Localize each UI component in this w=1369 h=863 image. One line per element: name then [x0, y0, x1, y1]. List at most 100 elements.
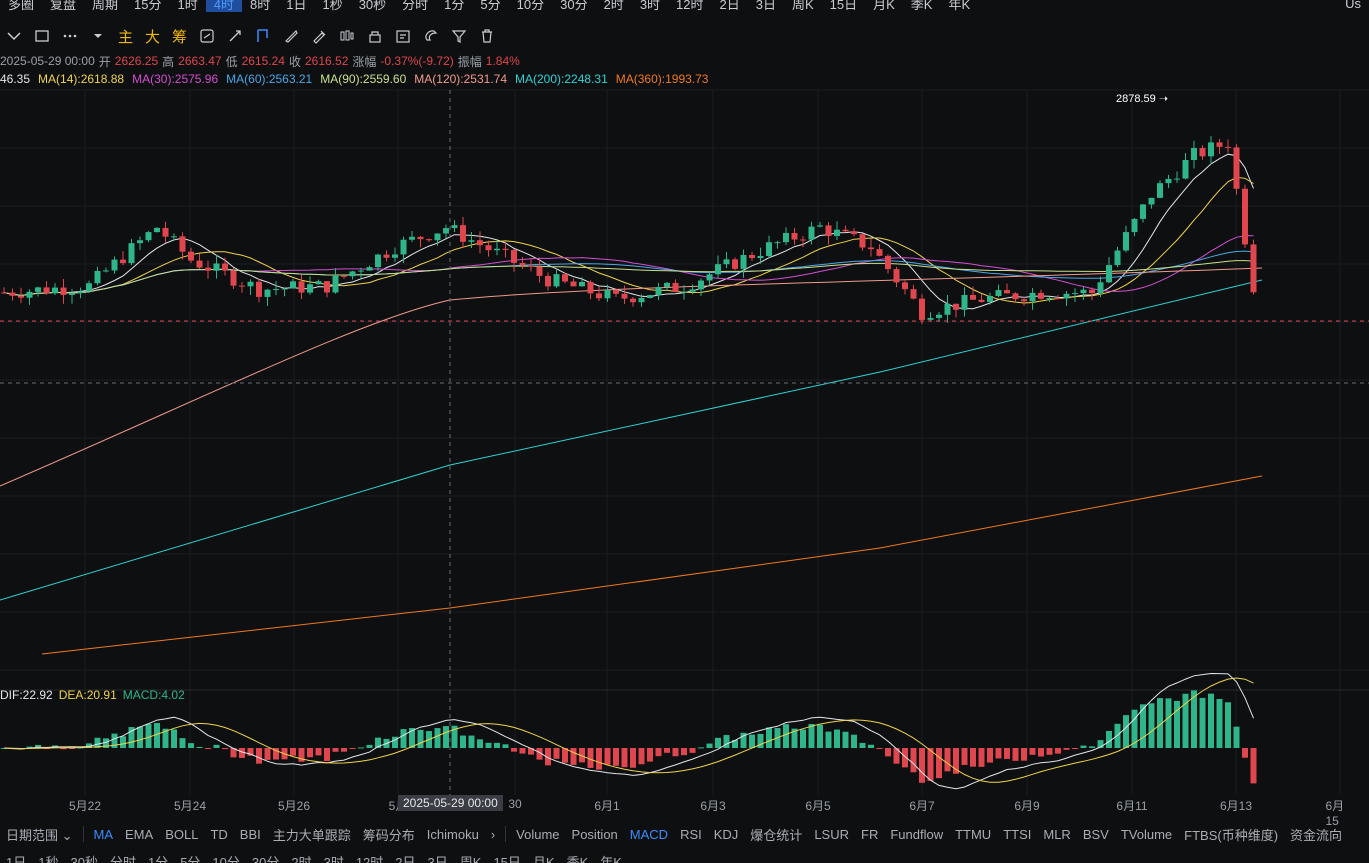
macd-bar [502, 744, 509, 748]
bottom-timeframe-tab[interactable]: 30秒 [64, 854, 103, 863]
main-indicator-tab[interactable]: Ichimoku [421, 827, 485, 842]
macd-bar [596, 748, 602, 770]
macd-bar [749, 734, 755, 748]
main-indicator-tab[interactable]: BOLL [159, 827, 204, 842]
main-indicator-tab[interactable]: MA [88, 827, 120, 842]
bottom-timeframe-tab[interactable]: 分时 [104, 854, 142, 863]
sub-indicator-tab[interactable]: Fundflow [884, 827, 949, 842]
x-tick-label: 6月7 [909, 799, 935, 813]
bottom-timeframe-tab[interactable]: 2时 [285, 854, 317, 863]
candle-body [205, 267, 211, 271]
candle-body [1250, 244, 1257, 293]
sub-indicator-tab[interactable]: 资金流向 [1284, 825, 1348, 844]
macd-bar [689, 748, 696, 753]
bottom-timeframe-tab[interactable]: 年K [594, 854, 628, 863]
candle-body [1140, 204, 1146, 219]
bottom-timeframe-tab[interactable]: 1分 [142, 854, 174, 863]
sub-indicator-tab[interactable]: Volume [510, 827, 565, 842]
candle-body [128, 243, 135, 264]
macd-bar [341, 748, 347, 752]
candle-body [638, 297, 645, 303]
indicator-bar: 日期范围 ⌄ MA EMA BOLL TD BBI 主力大单跟踪 筹码分布 Ichimoku › V… [0, 822, 1369, 846]
bottom-timeframe-tab[interactable]: 2日 [389, 854, 421, 863]
candle-body [732, 259, 738, 269]
x-tick-label: 5月22 [68, 799, 102, 813]
candle-body [230, 270, 237, 286]
bottom-timeframe-tab[interactable]: 12时 [350, 854, 389, 863]
candle-body [485, 245, 492, 251]
macd-bar [171, 729, 177, 748]
sub-indicator-tab[interactable]: LSUR [808, 827, 855, 842]
main-indicator-tab[interactable]: TD [204, 827, 233, 842]
bottom-timeframe-tab[interactable]: 3时 [318, 854, 350, 863]
candle-body [604, 290, 611, 299]
candle-body [1055, 298, 1061, 300]
candle-body [562, 274, 568, 282]
sub-indicator-tab[interactable]: MLR [1037, 827, 1076, 842]
candle-body [587, 281, 594, 294]
macd-bar [876, 748, 883, 749]
bottom-timeframe-tab[interactable]: 15日 [487, 854, 526, 863]
sub-indicator-tab[interactable]: FR [855, 827, 884, 842]
macd-bar [417, 729, 424, 748]
sub-indicator-tab[interactable]: TTMU [949, 827, 997, 842]
candle-body [366, 267, 373, 271]
bottom-timeframe-tab[interactable]: 1秒 [32, 854, 64, 863]
macd-bar [222, 748, 228, 750]
sub-indicator-tab[interactable]: KDJ [708, 827, 745, 842]
main-indicator-tab[interactable]: 主力大单跟踪 [267, 825, 357, 844]
macd-bar [1046, 748, 1053, 755]
ma-lines [0, 153, 1263, 655]
macd-bar [460, 735, 466, 748]
macd-bar [604, 748, 611, 765]
bottom-timeframe-tab[interactable]: 周K [454, 854, 488, 863]
bottom-timeframe-tab[interactable]: 30分 [246, 854, 285, 863]
macd-bar [808, 723, 815, 748]
candle-body [1106, 265, 1112, 283]
candle-body [1038, 292, 1044, 299]
candle-body [494, 248, 500, 251]
sub-indicator-tab[interactable]: MACD [624, 827, 674, 842]
sub-indicator-tab[interactable]: TTSI [997, 827, 1037, 842]
ma360-line [41, 475, 1263, 655]
macd-bar [324, 748, 330, 762]
macd-bar [179, 738, 186, 748]
bottom-timeframe-tab[interactable]: 10分 [206, 854, 245, 863]
sub-indicator-tab[interactable]: RSI [674, 827, 708, 842]
candle-body [188, 251, 194, 261]
sub-indicator-tab[interactable]: BSV [1077, 827, 1115, 842]
bottom-timeframe-tab[interactable]: 季K [561, 854, 595, 863]
bottom-timeframe-tab[interactable]: 月K [527, 854, 561, 863]
candle-body [749, 254, 755, 259]
bottom-timeframe-tab[interactable]: 1日 [0, 854, 32, 863]
main-indicator-tab[interactable]: BBI [234, 827, 267, 842]
sub-indicator-tab[interactable]: FTBS(币种维度) [1178, 825, 1284, 844]
candle-body [545, 275, 551, 287]
macd-bar [825, 731, 832, 748]
bottom-timeframe-tab[interactable]: 5分 [174, 854, 206, 863]
macd-bar [400, 729, 407, 748]
macd-bar [766, 727, 772, 748]
candle-body [162, 227, 169, 237]
macd-bar [434, 728, 441, 748]
macd-bar [1021, 748, 1027, 761]
candle-body [154, 227, 160, 233]
bottom-timeframe-tab[interactable]: 3日 [422, 854, 454, 863]
sub-indicator-tab[interactable]: 爆仓统计 [744, 825, 808, 844]
macd-bar [681, 748, 687, 756]
candle-body [1242, 188, 1248, 245]
candle-body [970, 294, 976, 300]
candle-body [1225, 146, 1231, 148]
macd-bar [995, 748, 1002, 759]
macd-bar [1080, 745, 1087, 748]
date-range-button[interactable]: 日期范围 ⌄ [0, 825, 79, 844]
macd-bar [944, 748, 951, 772]
macd-bar [468, 735, 475, 748]
sub-indicator-tab[interactable]: TVolume [1115, 827, 1178, 842]
main-indicator-tab[interactable]: EMA [119, 827, 159, 842]
macd-bar [1038, 748, 1044, 757]
sub-indicator-tab[interactable]: Position [566, 827, 624, 842]
main-indicator-tab[interactable]: 筹码分布 [357, 825, 421, 844]
chevron-right-icon[interactable]: › [485, 827, 501, 842]
candle-body [400, 239, 407, 255]
